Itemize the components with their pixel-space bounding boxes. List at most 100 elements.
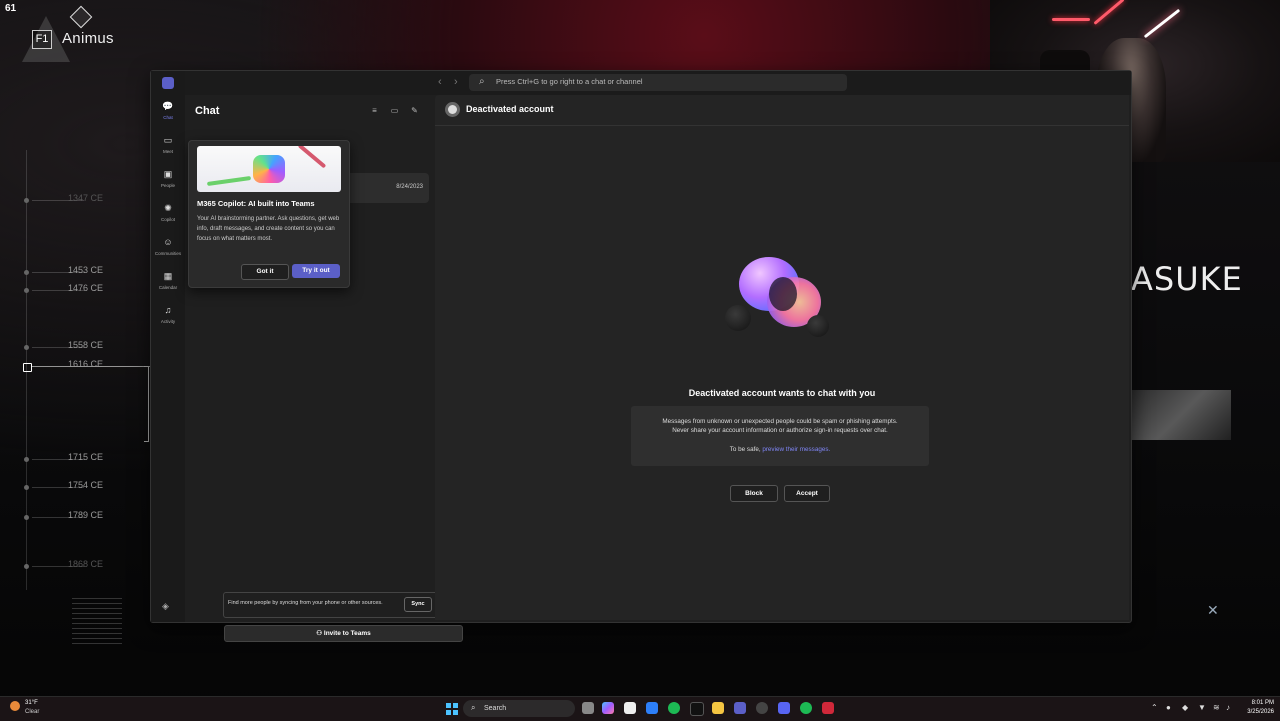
timeline-entry[interactable]: 1453 CE [24, 265, 144, 278]
file-explorer-icon[interactable] [712, 702, 724, 714]
new-chat-icon[interactable]: ✎ [408, 104, 421, 117]
search-icon: ⌕ [471, 703, 476, 712]
filter-icon[interactable]: ≡ [368, 104, 381, 117]
crosshair-icon: ✕ [1207, 602, 1219, 618]
search-placeholder: Press Ctrl+G to go right to a chat or ch… [496, 77, 643, 86]
pen-decoration [206, 175, 252, 187]
copilot-teaching-popup: M365 Copilot: AI built into Teams Your A… [188, 140, 350, 288]
timeline-label: 1868 CE [68, 559, 104, 569]
timeline-dot-icon [24, 345, 29, 350]
rail-item-people[interactable]: ▣ People [151, 168, 185, 198]
fps-counter: 61 [5, 3, 17, 14]
timeline-entry[interactable]: 1868 CE [24, 559, 144, 572]
bell-icon: ♫ [164, 305, 172, 315]
accept-button[interactable]: Accept [784, 485, 830, 502]
safety-line: To be safe, preview their messages. [631, 446, 929, 453]
warning-line-2: Never share your account information or … [672, 427, 888, 434]
volume-icon[interactable]: ♪ [1226, 703, 1230, 712]
timeline-entry[interactable]: 1347 CE [24, 193, 144, 206]
copilot-app-icon[interactable] [602, 702, 614, 714]
timeline-label: 1616 CE [68, 359, 104, 369]
timeline-dot-icon [23, 363, 32, 372]
task-view-icon[interactable] [582, 702, 594, 714]
logo-text: Animus [62, 30, 114, 47]
got-it-button[interactable]: Got it [241, 264, 289, 280]
sync-button[interactable]: Sync [404, 597, 432, 612]
neon-light [1052, 18, 1090, 21]
logo-key-hint: F1 [32, 30, 52, 49]
tray-app-icon[interactable]: ● [1166, 703, 1171, 712]
taskbar-search-label: Search [484, 705, 507, 712]
timeline-label: 1715 CE [68, 452, 104, 462]
start-button[interactable] [446, 703, 458, 715]
try-it-out-button[interactable]: Try it out [292, 264, 340, 278]
tray-app-icon[interactable]: ▼ [1198, 703, 1206, 712]
rail-item-calendar[interactable]: ▦ Calendar [151, 270, 185, 300]
rail-item-label: People [160, 183, 175, 188]
teams-app-icon[interactable] [734, 702, 746, 714]
people-icon: ▣ [163, 169, 173, 179]
rail-item-meet[interactable]: ▭ Meet [151, 134, 185, 164]
logo-diamond-icon [69, 5, 93, 29]
store-icon[interactable] [624, 702, 636, 714]
wifi-icon[interactable]: ≋ [1213, 703, 1220, 712]
spotify-icon[interactable] [800, 702, 812, 714]
invite-button[interactable]: ⚇ Invite to Teams [224, 625, 463, 642]
rail-item-label: Activity [160, 319, 176, 324]
timeline-dot-icon [24, 485, 29, 490]
timeline-entry[interactable]: 1558 CE [24, 340, 144, 353]
sync-banner: Find more people by syncing from your ph… [223, 592, 464, 618]
game-launcher-icon[interactable] [822, 702, 834, 714]
timeline-dot-icon [24, 198, 29, 203]
game-title-fragment: ASUKE [1131, 260, 1243, 298]
timeline-bracket [144, 366, 149, 442]
rail-item-activity[interactable]: ♫ Activity [151, 304, 185, 334]
avatar [445, 102, 460, 117]
discord-icon[interactable] [778, 702, 790, 714]
back-arrow-icon[interactable]: ‹ [438, 76, 442, 88]
weather-icon[interactable] [10, 701, 20, 711]
game-thumbnail [1131, 390, 1231, 440]
meet-now-icon[interactable]: ▭ [388, 104, 401, 117]
weather-temp[interactable]: 31°F [25, 700, 38, 706]
edge-icon[interactable] [646, 702, 658, 714]
chevron-up-icon[interactable]: ⌃ [1151, 703, 1158, 712]
diamond-icon[interactable]: ◈ [162, 601, 169, 612]
sync-text: Find more people by syncing from your ph… [228, 600, 383, 606]
invite-label: Invite to Teams [323, 630, 371, 637]
rail-item-chat[interactable]: 💬 Chat [151, 100, 185, 130]
media-app-icon[interactable] [690, 702, 704, 716]
preview-messages-link[interactable]: preview their messages. [762, 446, 830, 453]
clock-date[interactable]: 3/25/2026 [1240, 709, 1274, 715]
search-input[interactable]: ⌕ Press Ctrl+G to go right to a chat or … [469, 74, 847, 91]
warning-line-1: Messages from unknown or unexpected peop… [662, 418, 898, 425]
forward-arrow-icon[interactable]: › [454, 76, 458, 88]
video-icon: ▭ [163, 135, 173, 145]
taskbar-search[interactable]: ⌕ Search [463, 700, 575, 717]
timeline-dot-icon [24, 288, 29, 293]
timeline-dot-icon [24, 457, 29, 462]
conversation-pane: Deactivated account Deactivated account … [435, 95, 1129, 620]
conversation-header: Deactivated account [435, 95, 1129, 126]
block-button[interactable]: Block [730, 485, 778, 502]
timeline-dot-icon [24, 564, 29, 569]
timeline-entry[interactable]: 1754 CE [24, 480, 144, 493]
timeline-entry[interactable]: 1476 CE [24, 283, 144, 296]
rail-item-communities[interactable]: ☺ Communities [151, 236, 185, 266]
rail-item-copilot[interactable]: ✺ Copilot [151, 202, 185, 232]
chat-bubbles-illustration [725, 255, 837, 345]
timeline-dot-icon [24, 270, 29, 275]
settings-icon[interactable] [756, 702, 768, 714]
bubble-overlap [769, 277, 797, 311]
timeline-label: 1347 CE [68, 193, 104, 203]
chrome-icon[interactable] [668, 702, 680, 714]
communities-icon: ☺ [163, 237, 173, 247]
tray-app-icon[interactable]: ◆ [1182, 703, 1188, 712]
copilot-icon: ✺ [164, 203, 172, 213]
timeline-entry[interactable]: 1789 CE [24, 510, 144, 523]
weather-condition[interactable]: Clear [25, 709, 39, 715]
copilot-banner-image [197, 146, 341, 192]
timeline-entry[interactable]: 1715 CE [24, 452, 144, 465]
clock-time[interactable]: 8:01 PM [1248, 700, 1274, 706]
timeline-entry[interactable]: 1616 CE [23, 359, 150, 372]
